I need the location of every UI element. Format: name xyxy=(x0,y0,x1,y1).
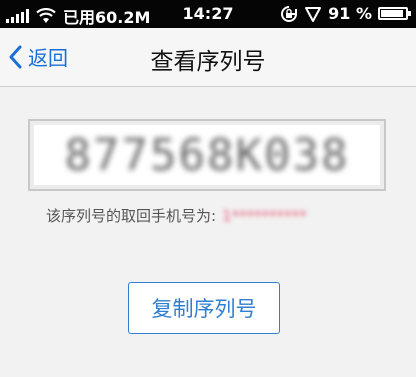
status-bar: 已用60.2M 14:27 91 % xyxy=(0,0,416,28)
status-right: 91 % xyxy=(280,4,411,23)
retrieve-phone-row: 该序列号的取回手机号为: 1********** xyxy=(46,205,307,226)
battery-percent: 91 % xyxy=(328,4,372,23)
rotation-lock-icon xyxy=(281,5,298,22)
masked-phone-number: 1********** xyxy=(222,206,307,225)
page-title: 查看序列号 xyxy=(150,49,266,75)
location-icon xyxy=(305,6,322,22)
serial-number-box: 877568K038 xyxy=(28,119,386,191)
navigation-bar: 返回 查看序列号 xyxy=(0,28,416,87)
copy-serial-button[interactable]: 复制序列号 xyxy=(128,282,280,334)
retrieve-phone-label: 该序列号的取回手机号为: xyxy=(46,207,217,225)
serial-number-text: 877568K038 xyxy=(64,129,350,181)
battery-icon xyxy=(378,7,411,20)
